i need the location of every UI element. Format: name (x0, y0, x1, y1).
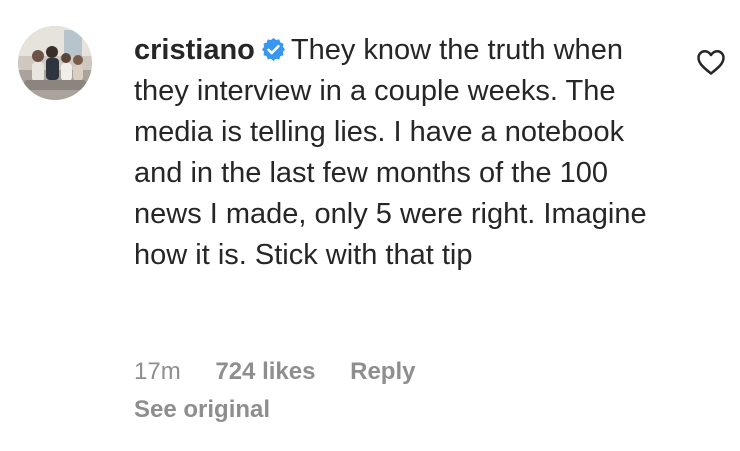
profile-photo-icon (18, 26, 92, 100)
heart-outline-icon (697, 50, 725, 75)
comment-body: cristiano They know the truth when they i… (134, 30, 654, 276)
likes-count[interactable]: 724 likes (215, 358, 315, 386)
comment-text: cristiano They know the truth when they i… (134, 30, 654, 276)
comment-meta: 17m 724 likes Reply (134, 358, 415, 386)
verified-badge-icon (261, 33, 286, 61)
reply-button[interactable]: Reply (350, 358, 415, 386)
username[interactable]: cristiano (134, 34, 255, 66)
see-original-button[interactable]: See original (134, 396, 270, 424)
like-button[interactable] (696, 48, 726, 76)
comment-time[interactable]: 17m (134, 358, 181, 386)
avatar[interactable] (18, 26, 92, 100)
comment-message: They know the truth when they interview … (134, 34, 647, 271)
comment: cristiano They know the truth when they i… (0, 0, 740, 451)
